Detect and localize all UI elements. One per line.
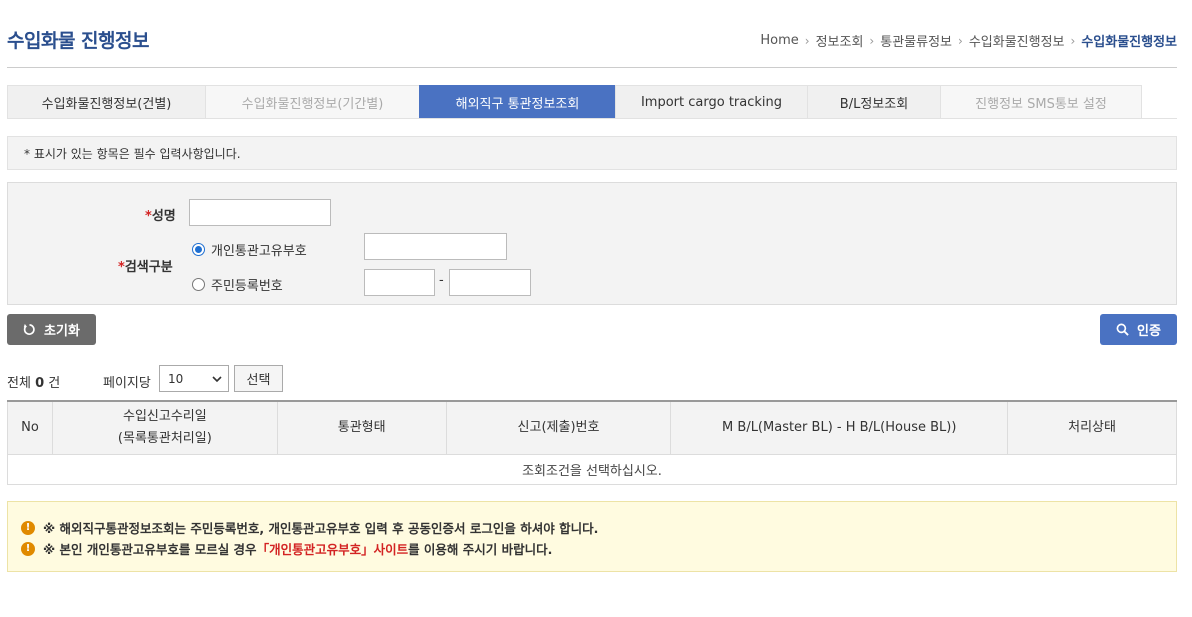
col-status: 처리상태: [1007, 401, 1177, 455]
warning-box: ! ※ 해외직구통관정보조회는 주민등록번호, 개인통관고유부호 입력 후 공동…: [7, 501, 1177, 572]
alert-icon: !: [21, 520, 35, 535]
radio-resident-number-label: 주민등록번호: [211, 279, 283, 294]
breadcrumb-customs-logistics[interactable]: 통관물류정보: [880, 31, 952, 50]
auth-button[interactable]: 인증: [1100, 314, 1177, 345]
col-accept-date: 수입신고수리일 (목록통관처리일): [51, 401, 278, 455]
chevron-right-icon: ›: [1070, 33, 1076, 48]
chevron-down-icon: [212, 372, 222, 386]
breadcrumb-home[interactable]: Home: [760, 33, 798, 48]
resident-number-back-input[interactable]: [449, 269, 531, 296]
total-count: 전체 0 건: [7, 376, 61, 391]
reset-button-label: 초기화: [44, 324, 80, 339]
breadcrumb-import-cargo[interactable]: 수입화물진행정보: [969, 31, 1065, 50]
chevron-right-icon: ›: [869, 33, 875, 48]
resident-number-separator: -: [439, 273, 444, 288]
tab-bar: 수입화물진행정보(건별) 수입화물진행정보(기간별) 해외직구 통관정보조회 I…: [7, 85, 1142, 119]
radio-button-checked[interactable]: [192, 243, 205, 256]
radio-button[interactable]: [192, 278, 205, 291]
customs-code-site-link[interactable]: 「개인통관고유부호」사이트: [257, 539, 409, 558]
breadcrumb-current: 수입화물진행정보: [1081, 35, 1177, 50]
tab-import-cargo-single[interactable]: 수입화물진행정보(건별): [7, 85, 206, 119]
page-title: 수입화물 진행정보: [7, 30, 149, 52]
tab-sms-notification[interactable]: 진행정보 SMS통보 설정: [940, 85, 1142, 119]
tab-import-cargo-period[interactable]: 수입화물진행정보(기간별): [205, 85, 420, 119]
resident-number-front-input[interactable]: [364, 269, 435, 296]
required-notice: * 표시가 있는 항목은 필수 입력사항입니다.: [7, 136, 1177, 170]
alert-icon: !: [21, 541, 35, 556]
reset-button[interactable]: 초기화: [7, 314, 96, 345]
per-page-value: 10: [168, 371, 184, 386]
name-input[interactable]: [189, 199, 331, 226]
chevron-right-icon: ›: [804, 33, 810, 48]
auth-button-label: 인증: [1137, 324, 1161, 339]
col-bl-number: M B/L(Master BL) - H B/L(House BL)): [670, 401, 1009, 455]
refresh-icon: [23, 323, 36, 336]
col-no: No: [7, 401, 53, 455]
warning-line-2: ! ※ 본인 개인통관고유부호를 모르실 경우 「개인통관고유부호」사이트 를 …: [21, 538, 1176, 559]
select-button[interactable]: 선택: [234, 365, 283, 392]
table-header-row: No 수입신고수리일 (목록통관처리일) 통관형태 신고(제출)번호 M B/L(…: [7, 401, 1177, 455]
search-type-label: *검색구분: [118, 260, 173, 275]
title-divider: [7, 67, 1177, 68]
radio-resident-number[interactable]: 주민등록번호: [192, 275, 283, 294]
search-form: *성명 *검색구분 개인통관고유부호 주민등록번호 -: [7, 182, 1177, 305]
chevron-right-icon: ›: [958, 33, 963, 48]
per-page-select[interactable]: 10: [159, 365, 229, 392]
breadcrumb-info-inquiry[interactable]: 정보조회: [816, 31, 864, 50]
tab-overseas-direct-purchase[interactable]: 해외직구 통관정보조회: [419, 85, 616, 119]
empty-message: 조회조건을 선택하십시오.: [7, 453, 1177, 485]
tab-import-cargo-tracking[interactable]: Import cargo tracking: [615, 85, 808, 119]
result-table: No 수입신고수리일 (목록통관처리일) 통관형태 신고(제출)번호 M B/L(…: [7, 400, 1177, 485]
tab-divider: [7, 118, 1177, 119]
radio-customs-code[interactable]: 개인통관고유부호: [192, 240, 307, 259]
radio-customs-code-label: 개인통관고유부호: [211, 244, 307, 259]
breadcrumb: Home › 정보조회 › 통관물류정보 › 수입화물진행정보 › 수입화물진행…: [760, 31, 1177, 50]
search-icon: [1116, 323, 1129, 336]
table-row: 조회조건을 선택하십시오.: [7, 453, 1177, 485]
col-clearance-type: 통관형태: [276, 401, 447, 455]
name-label: *성명: [145, 209, 176, 224]
per-page-label: 페이지당: [103, 376, 151, 391]
col-declaration-number: 신고(제출)번호: [445, 401, 672, 455]
tab-bl-inquiry[interactable]: B/L정보조회: [807, 85, 941, 119]
warning-line-1: ! ※ 해외직구통관정보조회는 주민등록번호, 개인통관고유부호 입력 후 공동…: [21, 517, 1176, 538]
customs-code-input[interactable]: [364, 233, 507, 260]
